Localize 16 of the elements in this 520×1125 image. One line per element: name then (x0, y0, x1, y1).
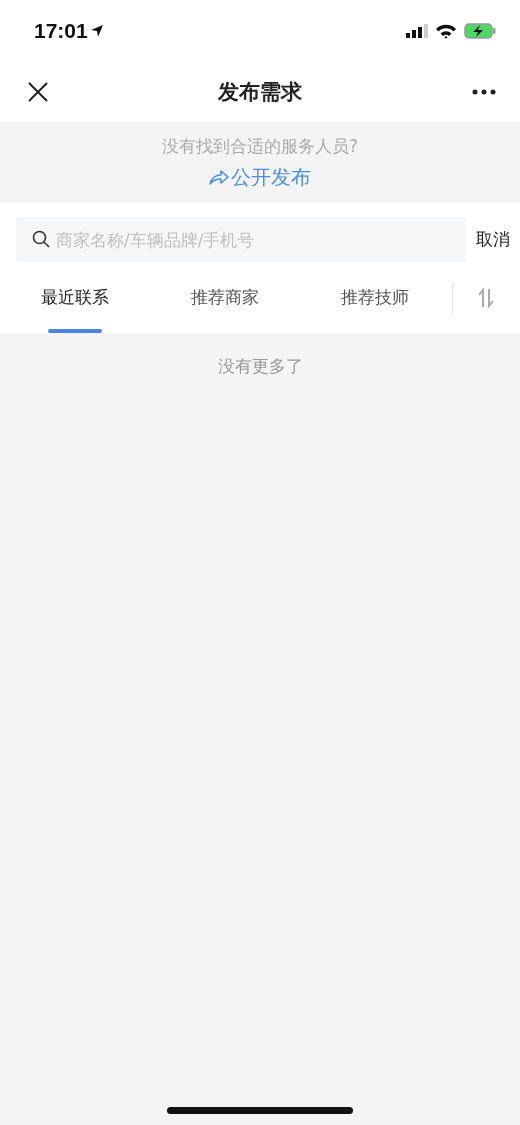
cancel-button[interactable]: 取消 (476, 228, 510, 251)
more-icon[interactable] (472, 89, 496, 95)
battery-charging-icon (464, 23, 496, 39)
tab[interactable]: 最近联系 (41, 286, 109, 309)
tab[interactable]: 推荐技师 (341, 286, 409, 309)
end-of-list-message: 没有更多了 (217, 355, 303, 378)
location-arrow-icon (89, 24, 104, 38)
banner-question: 没有找到合适的服务人员? (162, 134, 358, 158)
tab[interactable]: 推荐商家 (191, 286, 259, 309)
status-time: 17:01 (34, 19, 88, 43)
tab-indicator (48, 329, 102, 333)
signal-icon (406, 24, 428, 38)
wifi-icon (436, 23, 456, 39)
close-icon[interactable] (28, 82, 48, 102)
page-title: 发布需求 (218, 79, 302, 106)
share-arrow-icon (209, 169, 229, 185)
